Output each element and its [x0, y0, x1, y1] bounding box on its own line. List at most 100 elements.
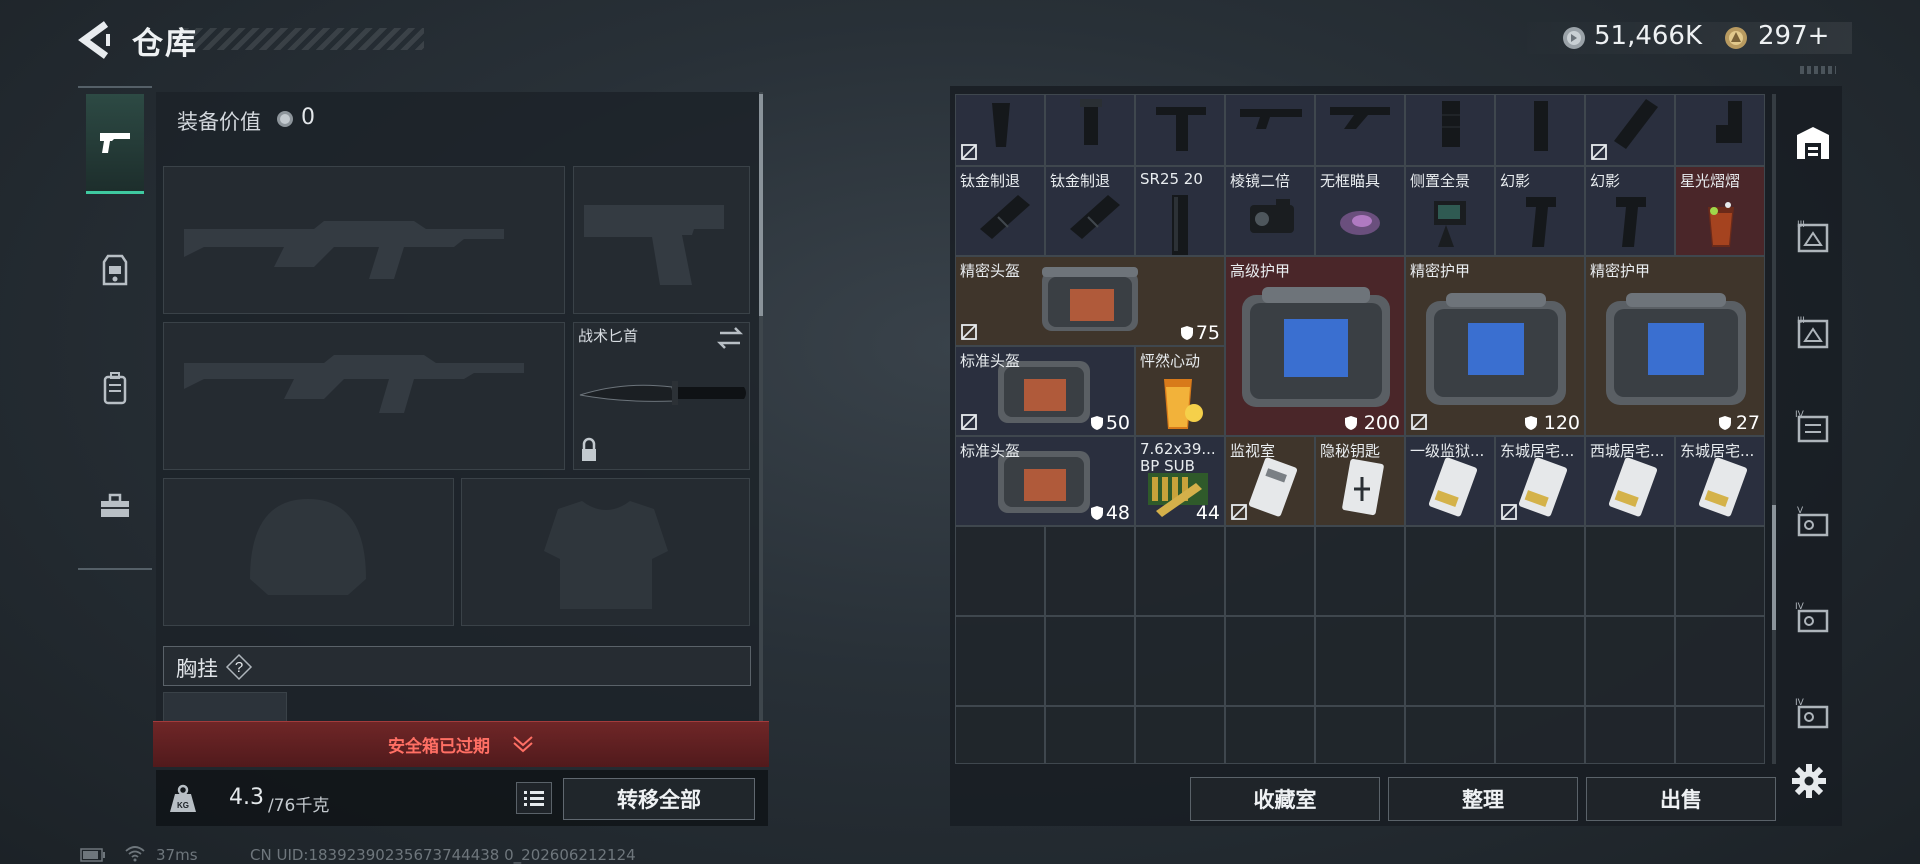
body-armor-item[interactable]: 高级护甲 200 [1225, 256, 1405, 436]
scope-item[interactable]: 棱镜二倍 [1225, 166, 1315, 256]
chevron-down-icon[interactable] [510, 733, 536, 753]
empty-cell[interactable] [1045, 706, 1135, 764]
toolbox-icon [101, 493, 129, 517]
storage-scroll-thumb[interactable] [1772, 505, 1776, 630]
empty-cell[interactable] [1405, 616, 1495, 706]
tab-storage-4[interactable]: IV [1786, 400, 1840, 454]
durability-value: 48 [1105, 502, 1130, 524]
tab-storage-main[interactable] [1786, 116, 1840, 170]
key-item[interactable]: 隐秘钥匙 [1315, 436, 1405, 526]
helmet-slot[interactable] [163, 478, 454, 626]
empty-cell[interactable] [1315, 526, 1405, 616]
tab-storage-2[interactable]: III [1786, 210, 1840, 264]
empty-cell[interactable] [1135, 616, 1225, 706]
grip-item[interactable] [1225, 94, 1315, 166]
tab-storage-5[interactable]: V [1786, 496, 1840, 550]
empty-cell[interactable] [1135, 706, 1225, 764]
empty-cell[interactable] [955, 616, 1045, 706]
primary-weapon-slot-1[interactable] [163, 166, 565, 314]
grip-item[interactable]: 幻影 [1495, 166, 1585, 256]
empty-cell[interactable] [1495, 706, 1585, 764]
organize-button[interactable]: 整理 [1388, 777, 1578, 821]
keycard-item[interactable]: 监视室 [1225, 436, 1315, 526]
helmet-item[interactable]: 标准头盔 48 [955, 436, 1135, 526]
empty-cell[interactable] [1495, 616, 1585, 706]
empty-cell[interactable] [1405, 706, 1495, 764]
keycard-item[interactable]: 一级监狱... [1405, 436, 1495, 526]
collection-room-button[interactable]: 收藏室 [1190, 777, 1380, 821]
transfer-all-button[interactable]: 转移全部 [563, 778, 755, 820]
grip-item[interactable] [1495, 94, 1585, 166]
grip-item[interactable]: 幻影 [1585, 166, 1675, 256]
drink-item[interactable]: 星光熠熠 [1675, 166, 1765, 256]
empty-cell[interactable] [1315, 616, 1405, 706]
helmet-item[interactable]: 精密头盔 75 [955, 256, 1225, 346]
keycard-item[interactable]: 东城居宅... [1495, 436, 1585, 526]
primary-weapon-slot-2[interactable] [163, 322, 565, 470]
tab-storage-7[interactable]: IV [1786, 688, 1840, 742]
chest-rig-slot[interactable] [163, 692, 287, 722]
back-button[interactable] [78, 20, 112, 60]
tab-toolbox[interactable] [86, 456, 144, 556]
sidearm-slot[interactable] [573, 166, 750, 314]
body-armor-item[interactable]: 精密护甲 120 [1405, 256, 1585, 436]
empty-cell[interactable] [1495, 526, 1585, 616]
gear-icon [1792, 764, 1826, 798]
grip-item[interactable] [1405, 94, 1495, 166]
keycard-item[interactable]: 西城居宅... [1585, 436, 1675, 526]
muzzle-brake-item[interactable]: 钛金制退 [955, 166, 1045, 256]
durability-value: 50 [1105, 412, 1130, 434]
drink-item[interactable]: 怦然心动 [1135, 346, 1225, 436]
empty-cell[interactable] [1675, 526, 1765, 616]
empty-cell[interactable] [1585, 706, 1675, 764]
empty-cell[interactable] [955, 526, 1045, 616]
sight-item[interactable]: 无框瞄具 [1315, 166, 1405, 256]
quantity-value: 44 [1195, 502, 1220, 524]
helmet-silhouette-icon [250, 499, 366, 595]
magazine-item[interactable]: SR25 20 [1135, 166, 1225, 256]
tab-weapons[interactable] [86, 94, 144, 194]
item-label: 精密护甲 [1410, 262, 1471, 280]
empty-cell[interactable] [1135, 526, 1225, 616]
sell-button[interactable]: 出售 [1586, 777, 1776, 821]
empty-cell[interactable] [1225, 616, 1315, 706]
empty-cell[interactable] [1045, 616, 1135, 706]
settings-button[interactable] [1790, 762, 1828, 800]
empty-cell[interactable] [1585, 526, 1675, 616]
suppressor-item[interactable] [1675, 94, 1765, 166]
tab-armor[interactable] [86, 220, 144, 320]
sight-item[interactable]: 侧置全景 [1405, 166, 1495, 256]
help-button[interactable]: ? [225, 653, 253, 681]
empty-cell[interactable] [1585, 616, 1675, 706]
muzzle-brake-item[interactable]: 钛金制退 [1045, 166, 1135, 256]
gold-currency-value[interactable]: 297+ [1758, 21, 1829, 51]
item-label: SR25 20 [1140, 170, 1203, 188]
empty-cell[interactable] [1225, 526, 1315, 616]
swap-icon[interactable] [716, 327, 744, 349]
tab-backpack[interactable] [86, 338, 144, 438]
grip-item[interactable] [1045, 94, 1135, 166]
body-armor-slot[interactable] [461, 478, 750, 626]
helmet-item[interactable]: 标准头盔 50 [955, 346, 1135, 436]
body-armor-item[interactable]: 精密护甲 27 [1585, 256, 1765, 436]
empty-cell[interactable] [955, 706, 1045, 764]
empty-cell[interactable] [1045, 526, 1135, 616]
grip-item[interactable] [1315, 94, 1405, 166]
loadout-scroll-thumb[interactable] [759, 94, 763, 316]
empty-cell[interactable] [1315, 706, 1405, 764]
suppressor-item[interactable] [1585, 94, 1675, 166]
grip-item[interactable] [955, 94, 1045, 166]
empty-cell[interactable] [1675, 616, 1765, 706]
expansion-box-icon: III [1797, 220, 1829, 253]
empty-cell[interactable] [1405, 526, 1495, 616]
empty-cell[interactable] [1675, 706, 1765, 764]
empty-cell[interactable] [1225, 706, 1315, 764]
tab-storage-3[interactable]: III [1786, 306, 1840, 360]
storage-scrollbar[interactable] [1772, 94, 1776, 764]
gold-coin-icon[interactable] [1724, 26, 1748, 50]
grip-item[interactable] [1135, 94, 1225, 166]
ammo-item[interactable]: 7.62x39... BP SUB 44 [1135, 436, 1225, 526]
list-view-button[interactable] [516, 782, 552, 814]
tab-storage-6[interactable]: IV [1786, 592, 1840, 646]
keycard-item[interactable]: 东城居宅... [1675, 436, 1765, 526]
